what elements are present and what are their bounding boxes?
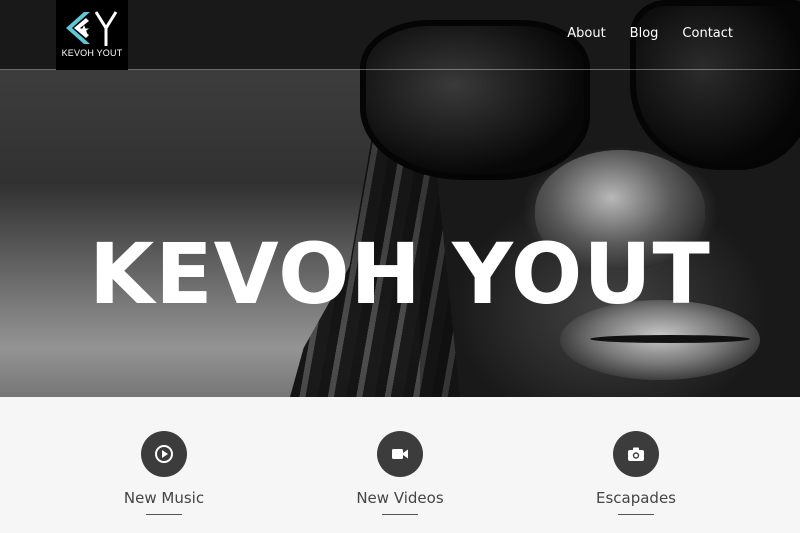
logo-icon: [66, 11, 118, 46]
feature-icon-circle[interactable]: [613, 431, 659, 477]
feature-escapades[interactable]: Escapades: [536, 431, 736, 515]
site-header: KEVOH YOUT About Blog Contact: [0, 0, 800, 70]
logo-text: KEVOH YOUT: [61, 48, 123, 58]
feature-label[interactable]: Escapades: [536, 489, 736, 507]
features-section: New Music New Videos Escapades: [0, 397, 800, 533]
nav-contact[interactable]: Contact: [682, 26, 733, 41]
video-camera-icon: [392, 449, 408, 459]
feature-label[interactable]: New Music: [64, 489, 264, 507]
feature-icon-circle[interactable]: [141, 431, 187, 477]
nav-blog[interactable]: Blog: [630, 26, 659, 41]
feature-underline: [382, 514, 418, 515]
camera-icon: [628, 447, 644, 461]
site-logo[interactable]: KEVOH YOUT: [56, 0, 128, 70]
hero-face-mouth: [590, 335, 750, 343]
feature-underline: [618, 514, 654, 515]
hero-title: KEVOH YOUT: [89, 225, 711, 323]
feature-icon-circle[interactable]: [377, 431, 423, 477]
play-icon: [155, 445, 173, 463]
feature-underline: [146, 514, 182, 515]
feature-new-music[interactable]: New Music: [64, 431, 264, 515]
feature-new-videos[interactable]: New Videos: [300, 431, 500, 515]
feature-label[interactable]: New Videos: [300, 489, 500, 507]
nav-about[interactable]: About: [567, 26, 605, 41]
main-nav: About Blog Contact: [567, 26, 733, 41]
